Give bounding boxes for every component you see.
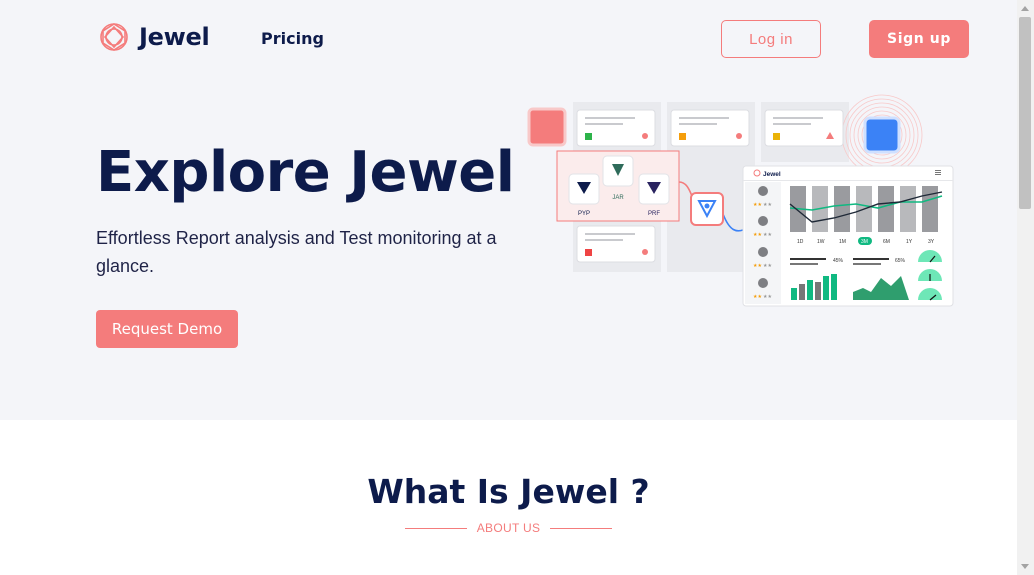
dashboard-preview: Jewel ★★ ★★ ★★ ★★ ★★ ★★ ★★ ★★ 1D 1W 1M 3M 6M… <box>742 165 954 307</box>
svg-text:6M: 6M <box>883 239 890 245</box>
page-scrollbar[interactable] <box>1017 0 1034 575</box>
svg-text:JAR: JAR <box>612 195 624 201</box>
brand-name: Jewel <box>139 23 210 51</box>
svg-text:★★: ★★ <box>763 294 772 300</box>
svg-text:45%: 45% <box>833 258 844 264</box>
report-card <box>670 109 750 147</box>
svg-text:PYP: PYP <box>578 211 590 217</box>
divider-left <box>404 527 467 529</box>
jewel-logo-icon <box>100 23 128 51</box>
svg-text:PRF: PRF <box>648 211 660 217</box>
svg-text:1M: 1M <box>839 239 846 245</box>
report-card <box>764 109 844 147</box>
about-kicker-label: ABOUT US <box>476 521 541 535</box>
svg-text:★★: ★★ <box>753 232 762 238</box>
svg-text:3M: 3M <box>861 239 868 245</box>
divider-right <box>550 527 613 529</box>
svg-text:Jewel: Jewel <box>763 171 781 178</box>
svg-text:1Y: 1Y <box>906 239 913 245</box>
report-card <box>576 225 656 263</box>
scroll-thumb[interactable] <box>1019 17 1031 209</box>
svg-text:1W: 1W <box>817 239 825 245</box>
hero-subtitle: Effortless Report analysis and Test moni… <box>96 228 497 276</box>
scroll-down-arrow-icon[interactable] <box>1021 564 1029 569</box>
svg-text:★★: ★★ <box>763 202 772 208</box>
svg-text:65%: 65% <box>895 258 906 264</box>
scroll-up-arrow-icon[interactable] <box>1021 6 1029 11</box>
hero-title: Explore Jewel <box>96 140 515 205</box>
login-button[interactable]: Log in <box>721 20 821 58</box>
nav-pricing-link[interactable]: Pricing <box>261 29 324 48</box>
svg-text:3Y: 3Y <box>928 239 935 245</box>
about-title: What Is Jewel ? <box>367 472 650 511</box>
svg-text:★★: ★★ <box>763 263 772 269</box>
svg-text:★★: ★★ <box>753 294 762 300</box>
hero-illustration: PYP JAR PRF Jewel ★★ ★★ ★★ ★★ ★★ ★★ ★★ ★★ <box>527 94 954 307</box>
request-demo-button[interactable]: Request Demo <box>96 310 238 348</box>
svg-text:★★: ★★ <box>763 232 772 238</box>
brand-logo[interactable]: Jewel <box>98 21 210 53</box>
signup-button[interactable]: Sign up <box>869 20 969 58</box>
svg-text:★★: ★★ <box>753 202 762 208</box>
about-kicker: ABOUT US <box>0 521 1017 535</box>
report-card <box>576 109 656 147</box>
svg-text:★★: ★★ <box>753 263 762 269</box>
svg-text:1D: 1D <box>797 239 804 245</box>
